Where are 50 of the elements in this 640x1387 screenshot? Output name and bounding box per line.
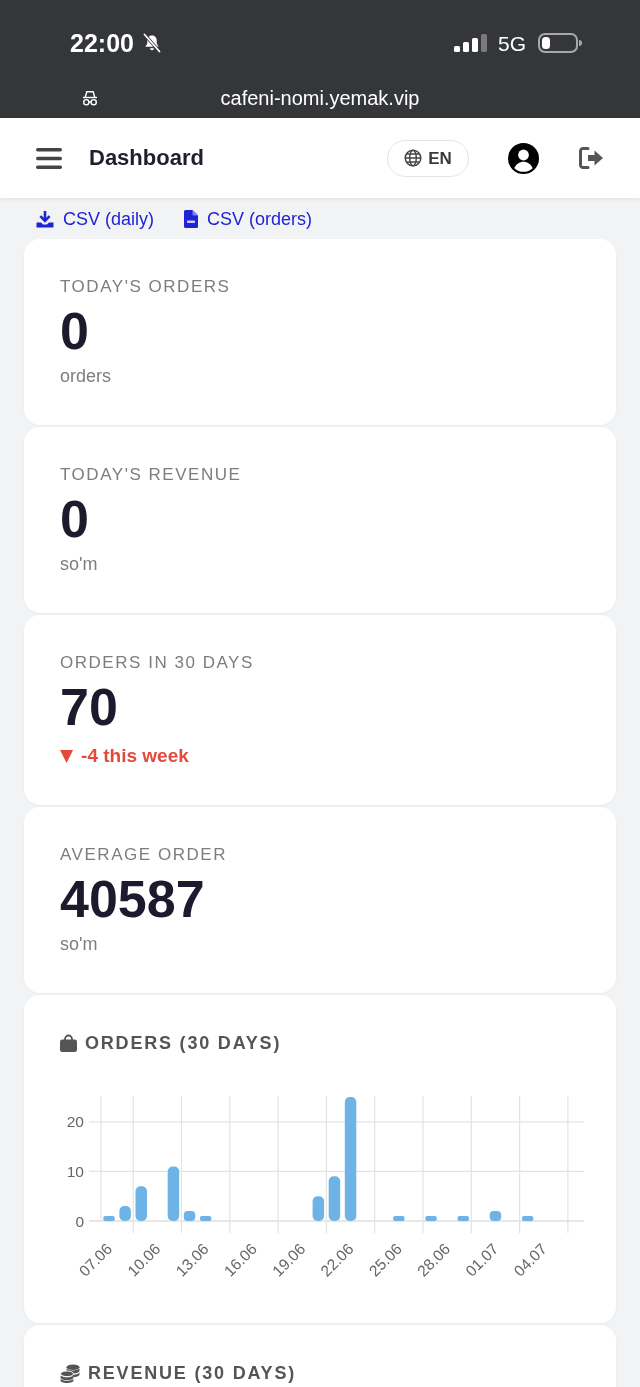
chart-bar xyxy=(328,1176,341,1221)
axis-label: 10 xyxy=(66,1162,84,1180)
trend-arrow: ▼ xyxy=(60,746,74,764)
bell-slash-icon xyxy=(141,33,162,53)
export-link[interactable]: CSV (daily) xyxy=(36,209,155,228)
chart-bar xyxy=(489,1211,502,1221)
stat-value: 70 xyxy=(60,681,118,733)
stat-label: ORDERS IN 30 DAYS xyxy=(60,653,254,673)
language-button[interactable]: EN xyxy=(387,139,469,177)
file-icon xyxy=(184,209,199,228)
stat-unit: so'm xyxy=(60,553,98,576)
chart-bar xyxy=(167,1166,180,1221)
axis-label: 20 xyxy=(66,1113,84,1131)
network-label: 5G xyxy=(498,32,526,54)
incognito-icon xyxy=(82,90,98,106)
axis-label: 0 xyxy=(75,1212,84,1230)
chart-bar xyxy=(199,1216,212,1221)
shopping-bag-icon xyxy=(60,1034,77,1052)
chart-title: REVENUE (30 DAYS) xyxy=(88,1364,296,1382)
chart-bar xyxy=(312,1196,325,1221)
status-time: 22:00 xyxy=(70,30,134,56)
battery-icon xyxy=(538,33,582,53)
chart-bar xyxy=(103,1216,115,1221)
menu-icon[interactable] xyxy=(36,147,62,169)
coins-icon xyxy=(60,1363,80,1383)
user-avatar-icon[interactable] xyxy=(508,142,539,174)
address-bar[interactable]: cafeni-nomi.yemak.vip xyxy=(98,88,542,108)
trend-text: -4 this week xyxy=(81,745,189,765)
chart-title: ORDERS (30 DAYS) xyxy=(85,1034,282,1052)
logout-icon[interactable] xyxy=(578,146,604,170)
chart-bar xyxy=(521,1216,534,1221)
stat-label: TODAY'S REVENUE xyxy=(60,465,242,485)
chart-bar xyxy=(393,1216,405,1221)
stat-value: 40587 xyxy=(60,873,205,925)
stat-value: 0 xyxy=(60,493,89,545)
page-title: Dashboard xyxy=(89,147,204,169)
export-link[interactable]: CSV (orders) xyxy=(184,209,313,228)
chart-bar xyxy=(457,1216,469,1221)
globe-icon xyxy=(404,149,423,167)
chart-bar xyxy=(425,1216,437,1221)
chart-bar xyxy=(183,1211,196,1221)
stat-value: 0 xyxy=(60,305,89,357)
signal-icon xyxy=(454,34,488,52)
chart-bar xyxy=(135,1186,147,1221)
stat-label: AVERAGE ORDER xyxy=(60,845,227,865)
chart-bar xyxy=(119,1206,131,1221)
stat-unit: so'm xyxy=(60,933,98,956)
stat-unit: orders xyxy=(60,365,112,388)
stat-label: TODAY'S ORDERS xyxy=(60,277,231,297)
download-icon xyxy=(36,209,54,228)
